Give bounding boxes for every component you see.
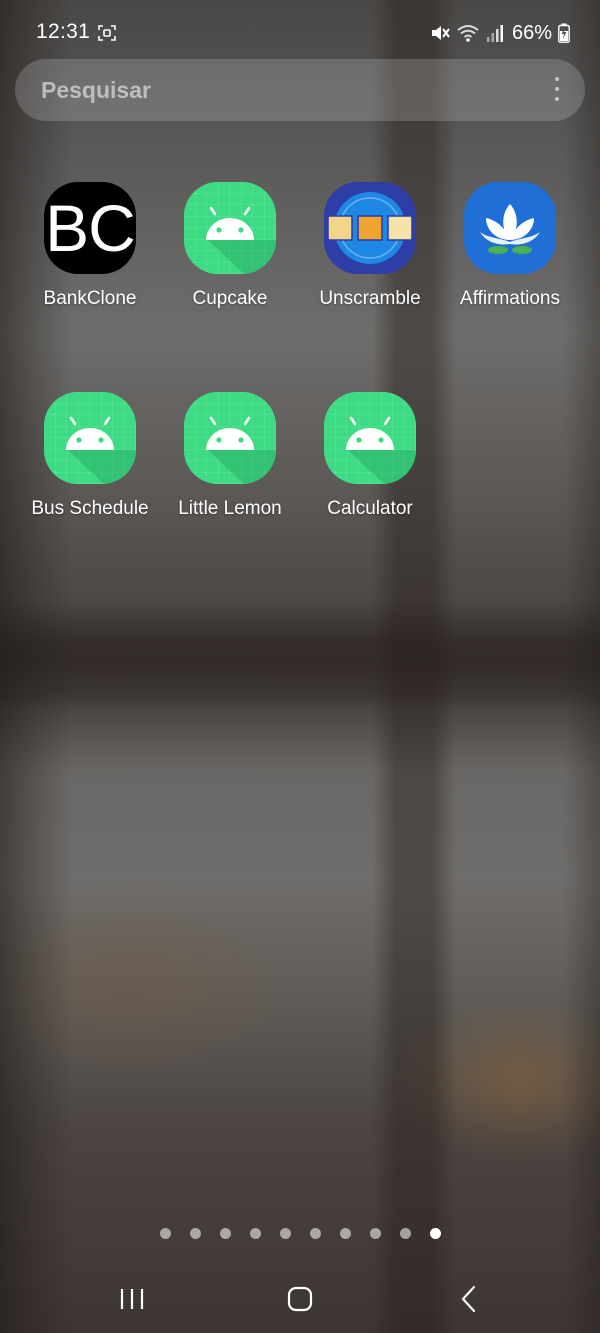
search-bar[interactable]: Pesquisar xyxy=(15,59,585,121)
status-time: 12:31 xyxy=(36,20,91,43)
lotus-icon xyxy=(464,182,556,274)
signal-icon xyxy=(486,25,503,42)
app-label-affirmations: Affirmations xyxy=(460,288,560,309)
back-icon[interactable] xyxy=(450,1284,490,1314)
mute-vibrate-icon xyxy=(431,26,450,40)
app-label-little-lemon: Little Lemon xyxy=(178,498,282,519)
page-dot[interactable] xyxy=(159,1228,171,1239)
status-bar: 12:31 66% xyxy=(0,0,600,68)
screen-record-icon xyxy=(98,25,116,41)
app-label-bus-schedule: Bus Schedule xyxy=(31,498,149,519)
page-dot[interactable] xyxy=(369,1228,381,1239)
status-icons: 66% xyxy=(430,20,570,46)
app-little-lemon[interactable]: Little Lemon xyxy=(160,392,300,520)
search-placeholder: Pesquisar xyxy=(41,77,151,103)
android-icon xyxy=(324,392,416,484)
page-dot[interactable] xyxy=(219,1228,231,1239)
android-icon xyxy=(44,392,136,484)
battery-charging-icon xyxy=(558,23,570,43)
app-unscramble[interactable]: Unscramble xyxy=(300,182,440,310)
more-vertical-icon[interactable] xyxy=(553,77,561,103)
app-cupcake[interactable]: Cupcake xyxy=(160,182,300,310)
unscramble-icon xyxy=(324,182,416,274)
app-label-cupcake: Cupcake xyxy=(192,288,268,309)
android-icon xyxy=(184,392,276,484)
bankclone-icon: BC xyxy=(44,182,136,274)
page-dot-active[interactable] xyxy=(429,1228,441,1239)
page-dot[interactable] xyxy=(279,1228,291,1239)
android-icon xyxy=(184,182,276,274)
page-dot[interactable] xyxy=(189,1228,201,1239)
app-label-bankclone: BankClone xyxy=(43,288,137,309)
app-affirmations[interactable]: Affirmations xyxy=(440,182,580,310)
page-dot[interactable] xyxy=(249,1228,261,1239)
bankclone-icon-text: BC xyxy=(45,191,136,265)
page-indicator[interactable] xyxy=(0,1228,600,1239)
app-label-calculator: Calculator xyxy=(327,498,413,519)
navigation-bar xyxy=(0,1262,600,1333)
app-label-unscramble: Unscramble xyxy=(319,288,421,309)
page-dot[interactable] xyxy=(309,1228,321,1239)
page-dot[interactable] xyxy=(339,1228,351,1239)
recents-icon[interactable] xyxy=(112,1284,152,1314)
battery-percent: 66% xyxy=(511,21,552,44)
app-calculator[interactable]: Calculator xyxy=(300,392,440,520)
home-icon[interactable] xyxy=(280,1284,320,1314)
wifi-icon xyxy=(457,25,479,42)
app-bankclone[interactable]: BC BankClone xyxy=(20,182,160,310)
app-bus-schedule[interactable]: Bus Schedule xyxy=(20,392,160,520)
page-dot[interactable] xyxy=(399,1228,411,1239)
